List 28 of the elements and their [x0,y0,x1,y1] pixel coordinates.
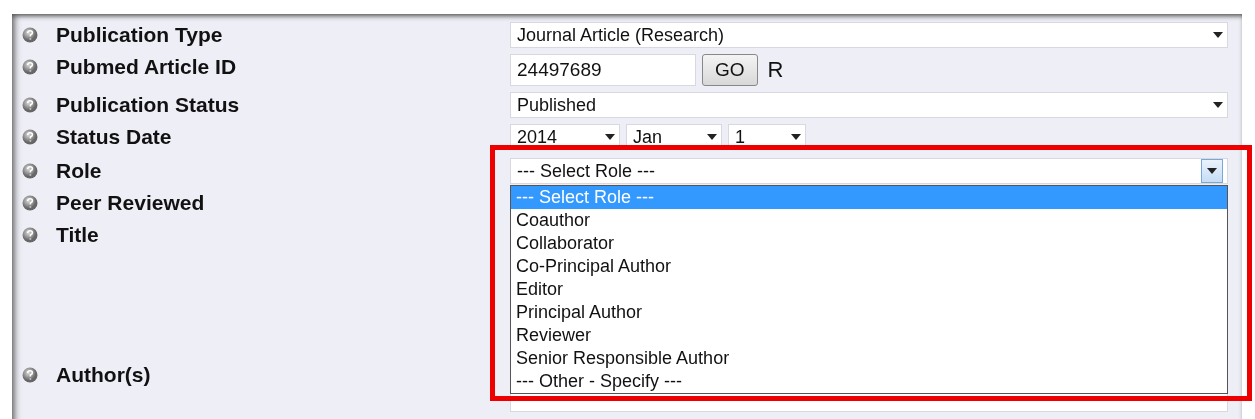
caret-icon [1213,102,1223,108]
help-icon[interactable] [22,97,38,113]
field-label: Publication Type [56,22,223,48]
field-label: Publication Status [56,92,240,118]
help-icon[interactable] [22,27,38,43]
caret-icon [1213,32,1223,38]
help-icon[interactable] [22,195,38,211]
field-label: Role [56,158,102,184]
field-label: Author(s) [56,362,151,388]
input-field[interactable]: 24497689 [510,54,696,86]
dropdown-select[interactable]: --- Select Role --- [510,158,1228,184]
go-button[interactable]: GO [702,54,758,86]
help-icon[interactable] [22,163,38,179]
help-icon[interactable] [22,227,38,243]
field-label: Pubmed Article ID [56,54,237,80]
dropdown-select[interactable]: Journal Article (Research) [510,22,1228,48]
caret-icon [791,134,801,140]
field-label: Status Date [56,124,172,150]
help-icon[interactable] [22,367,38,383]
caret-icon [707,134,717,140]
help-icon[interactable] [22,129,38,145]
caret-icon [1207,168,1217,174]
suffix-text: R [767,57,784,83]
caret-icon [605,134,615,140]
field-label: Peer Reviewed [56,190,205,216]
field-label: Title [56,222,99,248]
help-icon[interactable] [22,59,38,75]
dropdown-select[interactable]: Published [510,92,1228,118]
